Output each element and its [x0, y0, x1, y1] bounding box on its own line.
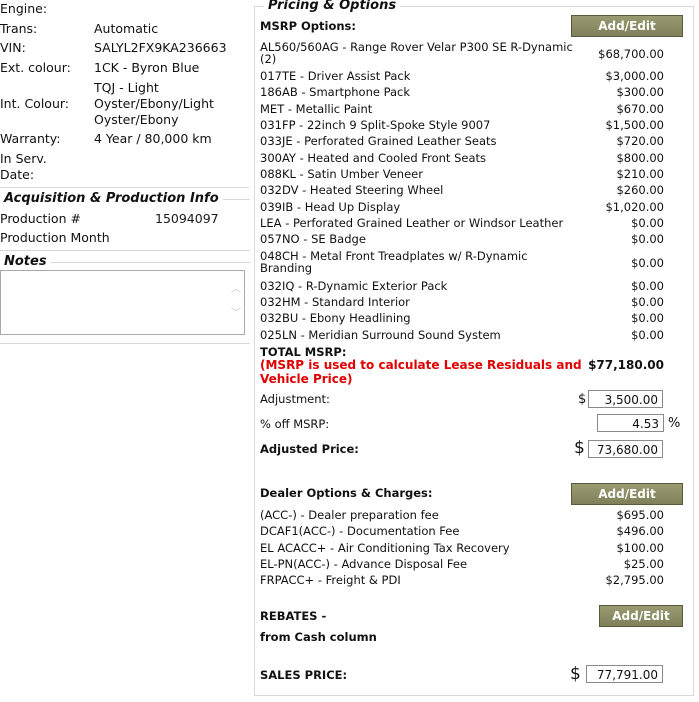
dealer-item-price: $496.00 — [616, 524, 664, 538]
msrp-option-desc: 057NO - SE Badge — [260, 232, 366, 246]
total-msrp-value: $77,180.00 — [588, 358, 664, 372]
adjustment-input[interactable]: 3,500.00 — [588, 390, 663, 408]
warranty-value: 4 Year / 80,000 km — [94, 131, 212, 146]
ext-colour-label: Ext. colour: — [0, 60, 71, 75]
adjusted-price-label: Adjusted Price: — [260, 442, 359, 456]
adjustment-label: Adjustment: — [260, 392, 330, 406]
msrp-option-price: $260.00 — [616, 183, 664, 197]
dealer-add-edit-button[interactable]: Add/Edit — [571, 483, 683, 505]
rebates-label: REBATES - — [260, 609, 327, 623]
pct-off-msrp-label: % off MSRP: — [260, 417, 330, 431]
adjustment-dollar-sign: $ — [578, 392, 587, 407]
notes-scrollbar[interactable]: ︿ ﹀ — [228, 271, 244, 334]
rebates-sub-label: from Cash column — [260, 630, 377, 644]
production-number-value: 15094097 — [155, 211, 219, 226]
msrp-option-desc: 032BU - Ebony Headlining — [260, 311, 411, 325]
msrp-option-price: $3,000.00 — [605, 69, 664, 83]
msrp-option-price: $0.00 — [631, 311, 664, 325]
adjusted-price-dollar-sign: $ — [574, 438, 585, 458]
msrp-option-price: $0.00 — [631, 232, 664, 246]
dealer-item-price: $2,795.00 — [605, 573, 664, 587]
msrp-option-price: $0.00 — [631, 256, 664, 270]
production-number-label: Production # — [0, 211, 81, 226]
trans-value: Automatic — [94, 21, 159, 36]
msrp-option-desc-cont: Branding — [260, 261, 313, 275]
production-month-label: Production Month — [0, 230, 110, 245]
msrp-note-line2: Vehicle Price) — [260, 372, 353, 386]
msrp-option-desc: 039IB - Head Up Display — [260, 200, 401, 214]
msrp-option-desc: 032HM - Standard Interior — [260, 295, 410, 309]
sales-price-label: SALES PRICE: — [260, 668, 348, 682]
msrp-option-price: $800.00 — [616, 151, 664, 165]
percent-sign: % — [668, 416, 681, 431]
warranty-label: Warranty: — [0, 131, 61, 146]
acquisition-legend: Acquisition & Production Info — [0, 191, 223, 206]
msrp-option-desc: 088KL - Satin Umber Veneer — [260, 167, 423, 181]
msrp-option-desc: 186AB - Smartphone Pack — [260, 85, 411, 99]
msrp-options-label: MSRP Options: — [260, 19, 356, 33]
int-colour-value-line1: TQJ - Light — [94, 80, 159, 95]
dealer-options-label: Dealer Options & Charges: — [260, 486, 433, 500]
dealer-item-desc: EL-PN(ACC-) - Advance Disposal Fee — [260, 557, 468, 571]
msrp-option-desc: 017TE - Driver Assist Pack — [260, 69, 411, 83]
msrp-option-desc: 033JE - Perforated Grained Leather Seats — [260, 134, 497, 148]
adjusted-price-input[interactable]: 73,680.00 — [588, 440, 663, 458]
notes-textarea[interactable]: ︿ ﹀ — [0, 270, 245, 335]
dealer-item-price: $695.00 — [616, 508, 664, 522]
int-colour-label: Int. Colour: — [0, 96, 70, 111]
msrp-option-desc: 300AY - Heated and Cooled Front Seats — [260, 151, 487, 165]
dealer-item-price: $25.00 — [623, 557, 664, 571]
notes-legend: Notes — [0, 254, 51, 269]
vin-value: SALYL2FX9KA236663 — [94, 40, 227, 55]
msrp-option-price: $720.00 — [616, 134, 664, 148]
msrp-option-desc-cont: (2) — [260, 52, 277, 66]
divider — [0, 187, 249, 188]
msrp-option-desc: 032IQ - R-Dynamic Exterior Pack — [260, 279, 448, 293]
sales-price-input[interactable]: 77,791.00 — [586, 665, 663, 683]
msrp-option-desc: MET - Metallic Paint — [260, 102, 373, 116]
msrp-option-desc: 025LN - Meridian Surround Sound System — [260, 328, 501, 342]
total-msrp-label: TOTAL MSRP: — [260, 345, 347, 359]
pct-off-msrp-input[interactable]: 4.53 — [597, 414, 664, 432]
int-colour-value-line2: Oyster/Ebony/Light — [94, 96, 214, 111]
scroll-down-icon[interactable]: ﹀ — [231, 309, 241, 319]
msrp-option-price: $210.00 — [616, 167, 664, 181]
msrp-add-edit-button[interactable]: Add/Edit — [571, 15, 683, 37]
dealer-item-desc: DCAF1(ACC-) - Documentation Fee — [260, 524, 460, 538]
dealer-item-desc: EL ACACC+ - Air Conditioning Tax Recover… — [260, 541, 510, 555]
msrp-option-price: $670.00 — [616, 102, 664, 116]
dealer-item-price: $100.00 — [616, 541, 664, 555]
pricing-content: MSRP Options: Add/Edit AL560/560AG - Ran… — [260, 0, 683, 702]
in-service-date-label: Date: — [0, 167, 35, 182]
msrp-option-price: $68,700.00 — [598, 47, 664, 61]
vin-label: VIN: — [0, 40, 26, 55]
dealer-item-desc: (ACC-) - Dealer preparation fee — [260, 508, 439, 522]
msrp-option-price: $0.00 — [631, 216, 664, 230]
in-service-label: In Serv. — [0, 151, 47, 166]
ext-colour-value: 1CK - Byron Blue — [94, 60, 200, 75]
msrp-option-price: $0.00 — [631, 328, 664, 342]
dealer-item-desc: FRPACC+ - Freight & PDI — [260, 573, 401, 587]
scroll-up-icon[interactable]: ︿ — [231, 285, 241, 295]
msrp-option-price: $0.00 — [631, 295, 664, 309]
sales-price-dollar-sign: $ — [570, 664, 581, 684]
msrp-option-desc: LEA - Perforated Grained Leather or Wind… — [260, 216, 564, 230]
msrp-option-price: $1,020.00 — [605, 200, 664, 214]
msrp-option-price: $300.00 — [616, 85, 664, 99]
trans-label: Trans: — [0, 21, 38, 36]
msrp-note-line1: (MSRP is used to calculate Lease Residua… — [260, 358, 582, 372]
msrp-option-desc: AL560/560AG - Range Rover Velar P300 SE … — [260, 40, 573, 54]
int-colour-value-line3: Oyster/Ebony — [94, 112, 179, 127]
msrp-option-desc: 031FP - 22inch 9 Split-Spoke Style 9007 — [260, 118, 491, 132]
rebates-add-edit-button[interactable]: Add/Edit — [599, 605, 683, 627]
msrp-option-price: $0.00 — [631, 279, 664, 293]
msrp-option-desc: 032DV - Heated Steering Wheel — [260, 183, 444, 197]
engine-label: Engine: — [0, 1, 48, 16]
msrp-option-price: $1,500.00 — [605, 118, 664, 132]
